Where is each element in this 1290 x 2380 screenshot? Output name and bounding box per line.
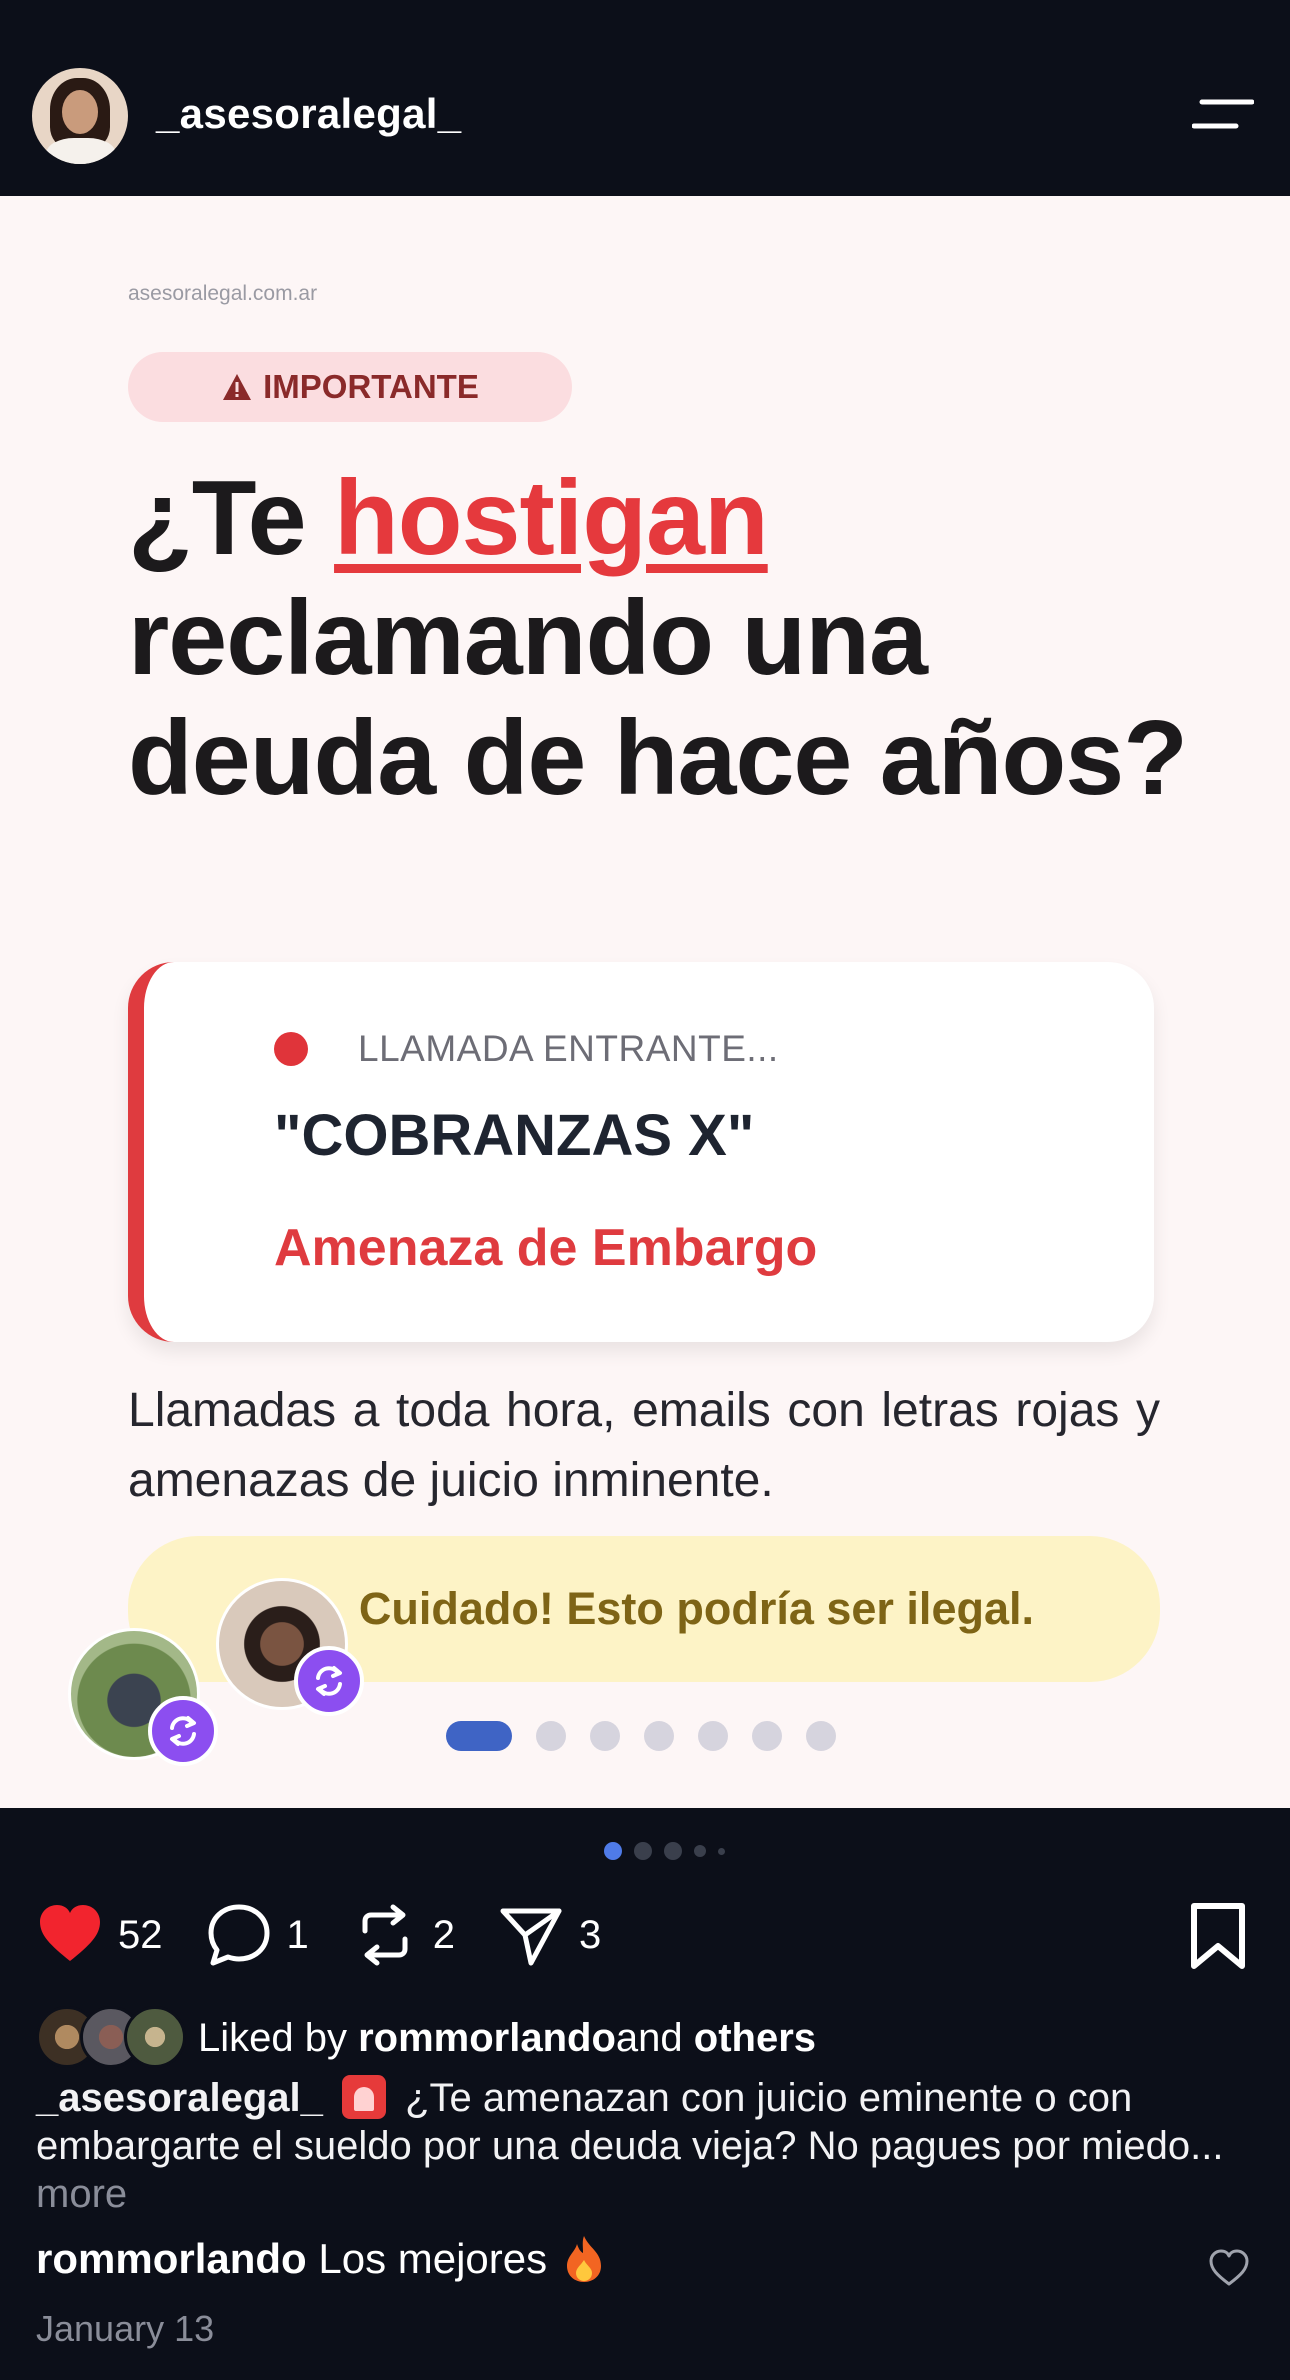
share-button[interactable]: 3: [497, 1901, 601, 1969]
heart-filled-icon: [40, 1905, 100, 1961]
comment-username[interactable]: rommorlando: [36, 2235, 307, 2283]
liker-avatars: [36, 2006, 186, 2070]
like-count: 52: [118, 1912, 163, 1957]
repost-badge-icon: [148, 1696, 218, 1766]
caller-threat: Amenaza de Embargo: [274, 1219, 818, 1277]
others-link[interactable]: others: [694, 2016, 816, 2061]
site-url: asesoralegal.com.ar: [128, 282, 318, 305]
slide-dot: [590, 1721, 620, 1751]
author-username[interactable]: _asesoralegal_: [156, 90, 461, 138]
repost-count: 2: [432, 1912, 455, 1957]
action-bar: 52 1 2 3: [36, 1900, 643, 1970]
badge-label: IMPORTANTE: [263, 368, 479, 405]
record-dot-icon: [274, 1032, 308, 1066]
slide-dot: [698, 1721, 728, 1751]
comment-row: rommorlando Los mejores: [36, 2234, 607, 2284]
caller-name: "COBRANZAS X": [274, 1103, 755, 1168]
liker-username[interactable]: rommorlando: [358, 2016, 616, 2061]
slide-dot: [752, 1721, 782, 1751]
body-text: Llamadas a toda hora, emails con letras …: [128, 1384, 1160, 1507]
slide-dot: [536, 1721, 566, 1751]
caption-username[interactable]: _asesoralegal_: [36, 2076, 323, 2120]
post-header: _asesoralegal_: [0, 0, 1290, 196]
repost-button[interactable]: 2: [351, 1901, 455, 1969]
share-count: 3: [579, 1912, 602, 1957]
comment-like-icon[interactable]: [1208, 2248, 1250, 2288]
comment-count: 1: [286, 1912, 309, 1957]
carousel-indicator: [604, 1842, 725, 1860]
slide-dot-active: [446, 1721, 512, 1751]
more-link[interactable]: more: [36, 2172, 127, 2216]
author-avatar[interactable]: [32, 68, 128, 164]
comment-text: Los mejores: [318, 2235, 548, 2282]
headline-highlight: hostigan: [334, 459, 769, 577]
menu-icon[interactable]: [1192, 98, 1254, 132]
siren-icon: [342, 2075, 386, 2119]
bookmark-icon[interactable]: [1186, 1902, 1250, 1970]
slide-dot: [806, 1721, 836, 1751]
call-label: LLAMADA ENTRANTE...: [358, 1028, 779, 1069]
send-icon: [500, 1908, 562, 1966]
repost-badge-icon: [294, 1646, 364, 1716]
headline: ¿Te hostigan reclamando una deuda de hac…: [128, 459, 1188, 817]
comment-button[interactable]: 1: [205, 1901, 309, 1969]
repost-icon: [362, 1904, 408, 1966]
fire-icon: [567, 2236, 602, 2282]
warning-icon: [223, 374, 252, 400]
slide-dot: [644, 1721, 674, 1751]
important-badge: IMPORTANTE: [128, 352, 572, 422]
post-date: January 13: [36, 2308, 215, 2349]
caption: _asesoralegal_ ¿Te amenazan con juicio e…: [36, 2074, 1256, 2218]
post-image[interactable]: asesoralegal.com.ar IMPORTANTE ¿Te hosti…: [0, 196, 1290, 1808]
slide-dots: [446, 1720, 836, 1752]
incoming-call-card: LLAMADA ENTRANTE... "COBRANZAS X" Amenaz…: [128, 962, 1154, 1342]
liked-by[interactable]: Liked by rommorlando and others: [36, 2006, 816, 2070]
comment-icon: [208, 1904, 269, 1966]
like-button[interactable]: 52: [36, 1901, 163, 1969]
